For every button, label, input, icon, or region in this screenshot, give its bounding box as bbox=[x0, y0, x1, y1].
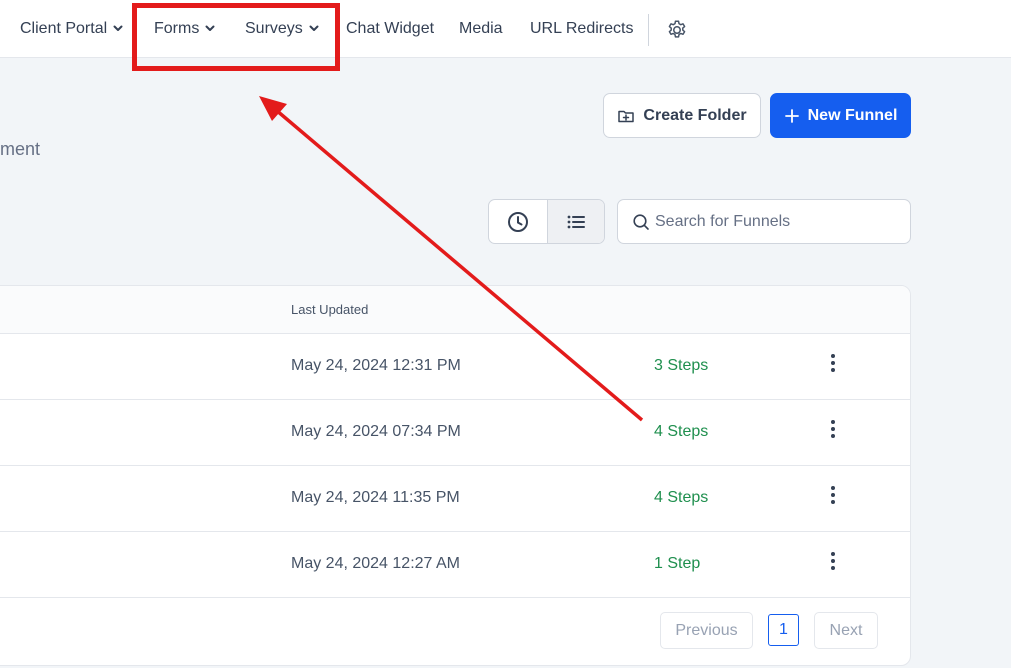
more-options-icon[interactable] bbox=[825, 353, 841, 373]
table-row[interactable]: May 24, 2024 11:35 PM 4 Steps bbox=[0, 466, 910, 532]
create-folder-label: Create Folder bbox=[643, 106, 747, 124]
steps-cell[interactable]: 4 Steps bbox=[654, 489, 708, 507]
last-updated-cell: May 24, 2024 12:27 AM bbox=[291, 555, 460, 572]
create-folder-button[interactable]: Create Folder bbox=[603, 93, 761, 138]
table-row[interactable]: May 24, 2024 12:31 PM 3 Steps bbox=[0, 334, 910, 400]
top-navigation: Client Portal Forms Surveys Chat Widget … bbox=[0, 0, 1011, 58]
list-icon bbox=[567, 215, 585, 228]
new-funnel-label: New Funnel bbox=[807, 106, 898, 124]
table-row[interactable]: May 24, 2024 07:34 PM 4 Steps bbox=[0, 400, 910, 466]
search-input[interactable] bbox=[655, 200, 905, 243]
more-options-icon[interactable] bbox=[825, 551, 841, 571]
list-view-button[interactable] bbox=[546, 200, 604, 243]
nav-forms-label: Forms bbox=[154, 20, 200, 37]
last-updated-cell: May 24, 2024 12:31 PM bbox=[291, 357, 461, 374]
clock-icon bbox=[507, 211, 528, 232]
nav-surveys[interactable]: Surveys bbox=[245, 18, 320, 40]
last-updated-cell: May 24, 2024 11:35 PM bbox=[291, 489, 460, 506]
page-description: ment bbox=[0, 139, 41, 159]
plus-icon bbox=[784, 108, 799, 123]
table-row[interactable]: May 24, 2024 12:27 AM 1 Step bbox=[0, 532, 910, 598]
nav-url-redirects[interactable]: URL Redirects bbox=[530, 18, 633, 40]
more-options-icon[interactable] bbox=[825, 485, 841, 505]
view-toggle bbox=[488, 199, 605, 244]
next-page-button[interactable]: Next bbox=[814, 612, 878, 649]
nav-forms[interactable]: Forms bbox=[154, 18, 216, 40]
more-options-icon[interactable] bbox=[825, 419, 841, 439]
nav-client-portal[interactable]: Client Portal bbox=[20, 18, 124, 40]
search-box bbox=[617, 199, 911, 244]
gear-icon[interactable] bbox=[666, 19, 688, 41]
page-number-button[interactable]: 1 bbox=[768, 614, 799, 646]
steps-cell[interactable]: 4 Steps bbox=[654, 423, 708, 441]
nav-divider bbox=[648, 14, 649, 46]
chevron-down-icon bbox=[113, 25, 123, 31]
column-header-last-updated: Last Updated bbox=[291, 302, 369, 317]
nav-media[interactable]: Media bbox=[459, 18, 503, 40]
last-updated-cell: May 24, 2024 07:34 PM bbox=[291, 423, 461, 440]
chevron-down-icon bbox=[205, 25, 215, 31]
folder-plus-icon bbox=[618, 110, 635, 122]
funnels-table: Last Updated May 24, 2024 12:31 PM 3 Ste… bbox=[0, 285, 911, 666]
chevron-down-icon bbox=[309, 25, 319, 31]
nav-chat-widget[interactable]: Chat Widget bbox=[346, 18, 434, 40]
steps-cell[interactable]: 1 Step bbox=[654, 555, 700, 573]
nav-client-portal-label: Client Portal bbox=[20, 20, 108, 37]
table-header: Last Updated bbox=[0, 286, 910, 334]
previous-page-button[interactable]: Previous bbox=[660, 612, 753, 649]
steps-cell[interactable]: 3 Steps bbox=[654, 357, 708, 375]
recent-view-button[interactable] bbox=[489, 200, 547, 243]
search-icon bbox=[633, 214, 649, 230]
nav-surveys-label: Surveys bbox=[245, 20, 303, 37]
new-funnel-button[interactable]: New Funnel bbox=[770, 93, 911, 138]
